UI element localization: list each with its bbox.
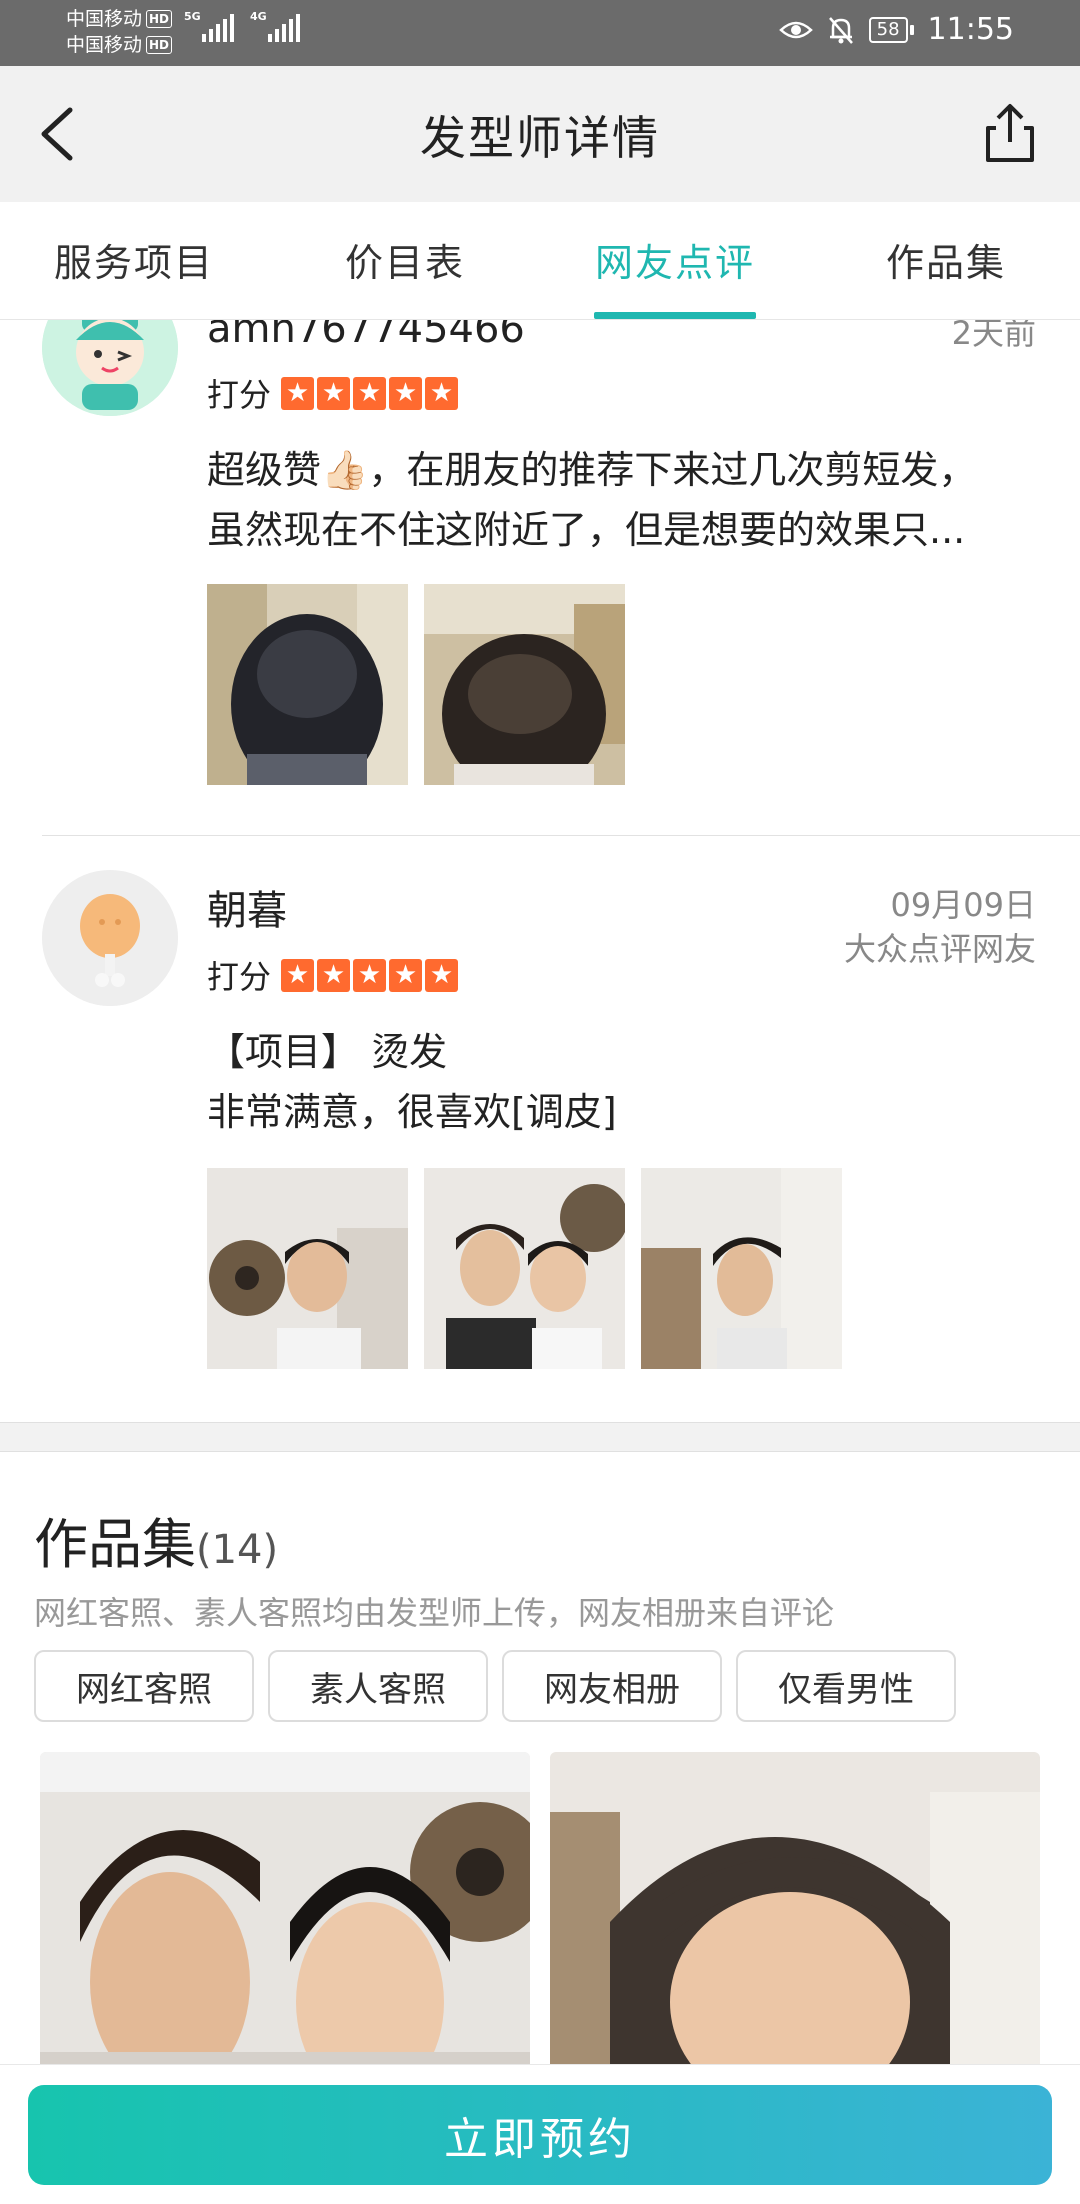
review-date: 09月09日 [890,886,1036,924]
portfolio-count: (14) [196,1527,279,1573]
review-photos [207,1168,842,1369]
score-label: 打分 [207,376,272,414]
net-5g-label: 5G [184,10,201,23]
star-icon: ★ [317,376,351,410]
book-now-button[interactable]: 立即预约 [28,2085,1052,2185]
score-label: 打分 [207,958,272,996]
share-icon[interactable] [980,100,1040,166]
hd-badge: HD [146,36,173,54]
star-rating: ★ ★ ★ ★ ★ [281,376,459,410]
review-photos [207,584,625,785]
review-text-line: 虽然现在不住这附近了，但是想要的效果只... [207,508,966,552]
status-bar: 中国移动 HD 中国移动 HD 5G 4G 58 11:55 [0,0,1080,66]
portfolio-image [40,1752,530,2064]
portfolio-heading: 作品集(14) [34,1500,278,1579]
navigation-bar: 发型师详情 [0,66,1080,202]
carrier-info: 中国移动 HD 中国移动 HD [66,6,173,58]
review-photo[interactable] [424,1168,625,1369]
review-date: 2天前 [951,320,1036,352]
signal-indicators: 5G 4G [184,10,300,42]
star-icon: ★ [353,376,387,410]
hd-badge: HD [146,10,173,28]
customer-photo [641,1168,842,1369]
tab-bar: 服务项目 价目表 网友点评 作品集 [0,202,1080,320]
reviewer-name[interactable]: amn767745466 [207,320,525,352]
bell-muted-icon [828,16,853,44]
review-divider [42,835,1080,836]
customer-photo [424,1168,625,1369]
carrier-2-label: 中国移动 [66,34,143,56]
star-icon: ★ [389,376,423,410]
page-title: 发型师详情 [420,111,660,165]
star-rating: ★ ★ ★ ★ ★ [281,958,459,992]
portfolio-photo[interactable] [40,1752,530,2064]
filter-male-only[interactable]: 仅看男性 [736,1650,956,1722]
rating-row: 打分 ★ ★ ★ ★ ★ [207,952,459,998]
filter-regular-photos[interactable]: 素人客照 [268,1650,488,1722]
battery-level: 58 [868,16,908,43]
hair-back-photo [207,584,408,785]
review-text-line: 超级赞👍🏻，在朋友的推荐下来过几次剪短发， [207,448,977,492]
filter-user-album[interactable]: 网友相册 [502,1650,722,1722]
signal-4g-icon: 4G [250,10,300,42]
review-photo[interactable] [207,584,408,785]
active-tab-indicator [594,312,756,319]
section-separator [0,1422,1080,1452]
star-icon: ★ [353,958,387,992]
star-icon: ★ [425,376,459,410]
customer-photo [207,1168,408,1369]
tab-reviews[interactable]: 网友点评 [595,232,755,287]
eye-icon [778,21,813,38]
review-text-line: 【项目】 烫发 [207,1030,448,1074]
drumstick-avatar-icon [42,870,178,1006]
portfolio-description: 网红客照、素人客照均由发型师上传，网友相册来自评论 [34,1594,835,1632]
review-text[interactable]: 超级赞👍🏻，在朋友的推荐下来过几次剪短发， 虽然现在不住这附近了，但是想要的效果… [207,440,1027,560]
review-photo[interactable] [424,584,625,785]
tab-portfolio[interactable]: 作品集 [886,232,1006,287]
hair-back-photo [424,584,625,785]
review-text[interactable]: 【项目】 烫发 非常满意，很喜欢[调皮] [207,1022,1027,1142]
bottom-action-bar: 立即预约 [0,2064,1080,2204]
portfolio-image [550,1752,1040,2064]
cartoon-avatar-icon [42,320,178,416]
clock: 11:55 [927,12,1014,47]
reviewer-name[interactable]: 朝暮 [207,878,287,936]
rating-row: 打分 ★ ★ ★ ★ ★ [207,370,459,416]
net-4g-label: 4G [250,10,267,23]
star-icon: ★ [281,958,315,992]
portfolio-gallery [40,1752,1040,2064]
star-icon: ★ [317,958,351,992]
review-source: 大众点评网友 [843,930,1036,968]
filter-influencer-photos[interactable]: 网红客照 [34,1650,254,1722]
tab-services[interactable]: 服务项目 [54,232,214,287]
avatar[interactable] [42,320,178,416]
review-photo[interactable] [641,1168,842,1369]
star-icon: ★ [425,958,459,992]
signal-5g-icon: 5G [184,10,234,42]
review-photo[interactable] [207,1168,408,1369]
battery-icon: 58 [868,16,914,43]
avatar[interactable] [42,870,178,1006]
carrier-1-label: 中国移动 [66,8,143,30]
content-area[interactable]: amn767745466 2天前 打分 ★ ★ ★ ★ ★ 超级赞👍🏻，在朋友的… [0,320,1080,2064]
tab-price-list[interactable]: 价目表 [345,232,465,287]
portfolio-photo[interactable] [550,1752,1040,2064]
star-icon: ★ [281,376,315,410]
portfolio-filters: 网红客照 素人客照 网友相册 仅看男性 [34,1650,956,1722]
portfolio-title: 作品集 [34,1513,196,1576]
star-icon: ★ [389,958,423,992]
review-text-line: 非常满意，很喜欢[调皮] [207,1090,617,1134]
